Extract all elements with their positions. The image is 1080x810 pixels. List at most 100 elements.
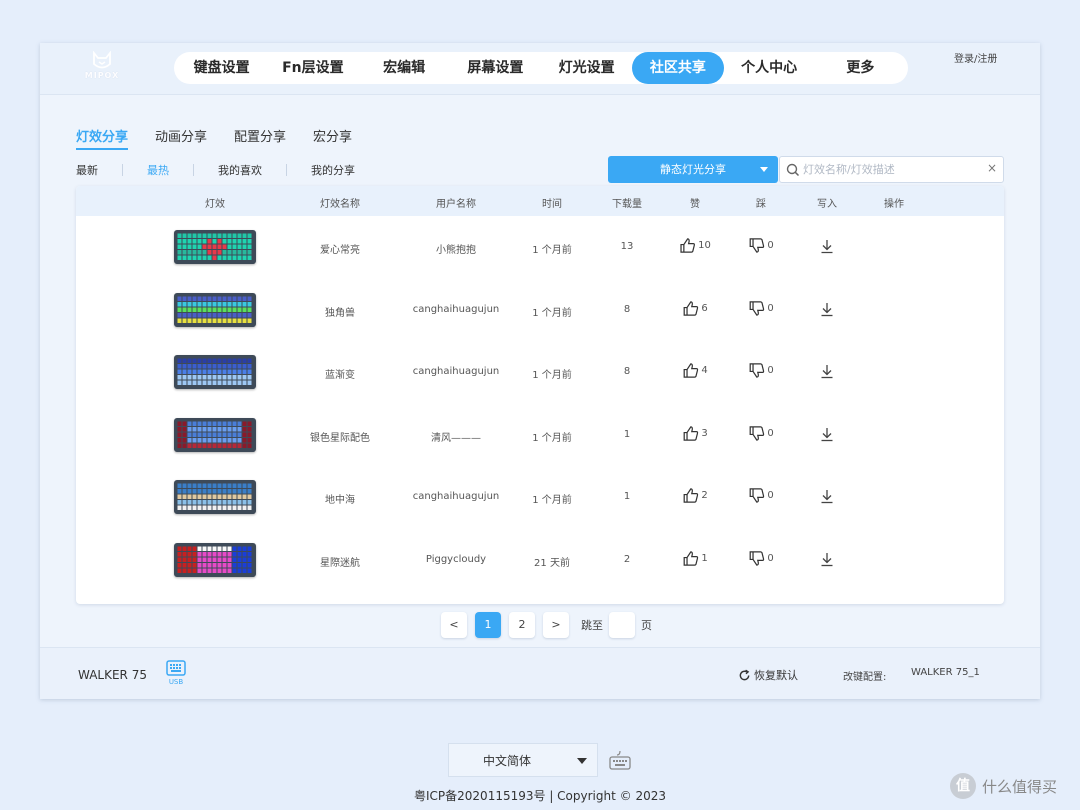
effect-thumbnail[interactable] bbox=[174, 480, 256, 514]
search-input[interactable] bbox=[803, 163, 983, 176]
nav-community-share[interactable]: 社区共享 bbox=[632, 52, 724, 84]
download-icon bbox=[821, 240, 833, 254]
like-count: 4 bbox=[701, 365, 708, 376]
time-ago: 21 天前 bbox=[534, 557, 570, 569]
keyboard-icon bbox=[166, 660, 186, 676]
keyboard-thumbnail-icon bbox=[177, 358, 252, 385]
clear-icon[interactable]: × bbox=[987, 161, 997, 175]
like-count: 6 bbox=[701, 302, 708, 314]
subtab-animation-share[interactable]: 动画分享 bbox=[155, 126, 207, 150]
thumbs-up-icon bbox=[683, 363, 699, 378]
time-ago: 1 个月前 bbox=[532, 370, 572, 381]
page-suffix: 页 bbox=[641, 619, 652, 632]
like-button[interactable]: 4 bbox=[682, 362, 708, 379]
col-header-downloads: 下载量 bbox=[612, 199, 642, 210]
like-button[interactable]: 10 bbox=[679, 237, 711, 254]
time-ago: 1 个月前 bbox=[532, 432, 572, 444]
download-count: 2 bbox=[623, 553, 631, 565]
next-page-button[interactable]: > bbox=[543, 612, 569, 638]
keyboard-thumbnail-icon bbox=[177, 483, 252, 510]
page-1-button[interactable]: 1 bbox=[475, 612, 501, 638]
effect-thumbnail[interactable] bbox=[174, 355, 256, 389]
like-count: 1 bbox=[701, 552, 708, 564]
download-icon bbox=[821, 302, 833, 316]
watermark-logo-icon: 值 bbox=[950, 773, 976, 799]
thumbs-down-icon bbox=[749, 300, 765, 316]
download-count: 1 bbox=[623, 491, 631, 502]
write-download-button[interactable] bbox=[820, 302, 834, 320]
dislike-button[interactable]: 0 bbox=[748, 425, 774, 442]
write-download-button[interactable] bbox=[820, 364, 834, 382]
refresh-icon bbox=[739, 669, 750, 680]
keyboard-icon[interactable] bbox=[609, 749, 631, 771]
effect-thumbnail[interactable] bbox=[174, 292, 256, 327]
nav-macro-editor[interactable]: 宏编辑 bbox=[359, 52, 450, 84]
dislike-button[interactable]: 0 bbox=[748, 550, 774, 567]
keyboard-thumbnail-icon bbox=[177, 296, 252, 323]
page-2-button[interactable]: 2 bbox=[509, 612, 535, 638]
table-row: 银色星际配色 清风——— 1 个月前 1 3 0 bbox=[76, 404, 1004, 466]
category-dropdown[interactable]: 静态灯光分享 bbox=[608, 156, 778, 183]
dropdown-label: 静态灯光分享 bbox=[660, 163, 726, 176]
dislike-button[interactable]: 0 bbox=[748, 362, 774, 379]
like-button[interactable]: 6 bbox=[682, 300, 708, 317]
effect-name: 独角兽 bbox=[325, 307, 355, 319]
col-header-effect: 灯效 bbox=[205, 199, 225, 210]
user-name: canghaihuagujun bbox=[412, 491, 500, 502]
nav-personal-center[interactable]: 个人中心 bbox=[724, 52, 815, 84]
divider bbox=[286, 164, 287, 176]
copyright-footer: 粤ICP备2020115193号 | Copyright © 2023 bbox=[414, 789, 666, 803]
write-download-button[interactable] bbox=[820, 239, 834, 257]
filter-hottest[interactable]: 最热 bbox=[147, 162, 169, 178]
write-download-button[interactable] bbox=[820, 427, 834, 445]
like-button[interactable]: 1 bbox=[682, 550, 708, 567]
language-select[interactable]: 中文简体 bbox=[448, 743, 598, 777]
language-value: 中文简体 bbox=[483, 754, 532, 768]
page-jump: 跳至 页 bbox=[581, 612, 652, 638]
main-nav: 键盘设置 Fn层设置 宏编辑 屏幕设置 灯光设置 社区共享 个人中心 更多 bbox=[174, 52, 908, 84]
nav-screen-settings[interactable]: 屏幕设置 bbox=[450, 52, 541, 84]
like-button[interactable]: 3 bbox=[682, 425, 708, 442]
watermark: 值 什么值得买 bbox=[950, 773, 1057, 799]
effect-thumbnail[interactable] bbox=[174, 542, 256, 577]
dislike-button[interactable]: 0 bbox=[748, 237, 774, 254]
effect-thumbnail[interactable] bbox=[174, 417, 256, 452]
keyboard-thumbnail-icon bbox=[177, 421, 252, 448]
subtab-config-share[interactable]: 配置分享 bbox=[234, 126, 286, 150]
thumbs-up-icon bbox=[683, 425, 699, 441]
keymap-config-value[interactable]: WALKER 75_1 bbox=[911, 667, 980, 678]
user-name: 清风——— bbox=[431, 432, 481, 444]
subtab-macro-share[interactable]: 宏分享 bbox=[313, 126, 352, 150]
pagination: < 1 2 > 跳至 页 bbox=[441, 612, 652, 638]
prev-page-button[interactable]: < bbox=[441, 612, 467, 638]
nav-lighting-settings[interactable]: 灯光设置 bbox=[541, 52, 632, 84]
dislike-count: 0 bbox=[767, 552, 774, 564]
write-download-button[interactable] bbox=[820, 552, 834, 570]
filter-my-shares[interactable]: 我的分享 bbox=[311, 162, 355, 178]
filter-my-favorites[interactable]: 我的喜欢 bbox=[218, 162, 262, 178]
restore-default-button[interactable]: 恢复默认 bbox=[738, 667, 798, 683]
thumbs-up-icon bbox=[683, 488, 699, 503]
like-button[interactable]: 2 bbox=[682, 487, 708, 504]
nav-fn-layer[interactable]: Fn层设置 bbox=[267, 52, 358, 84]
brand-logo[interactable]: MIPOX bbox=[80, 51, 124, 87]
write-download-button[interactable] bbox=[820, 489, 834, 507]
like-count: 10 bbox=[698, 240, 711, 251]
jump-page-input[interactable] bbox=[609, 612, 635, 638]
dislike-button[interactable]: 0 bbox=[748, 487, 774, 504]
filter-latest[interactable]: 最新 bbox=[76, 162, 98, 178]
jump-label: 跳至 bbox=[581, 619, 603, 632]
download-count: 8 bbox=[623, 366, 631, 377]
nav-more[interactable]: 更多 bbox=[815, 52, 906, 84]
table-row: 独角兽 canghaihuagujun 1 个月前 8 6 0 bbox=[76, 279, 1004, 341]
dislike-count: 0 bbox=[767, 427, 774, 439]
effect-name: 银色星际配色 bbox=[310, 432, 370, 444]
login-register-link[interactable]: 登录/注册 bbox=[954, 50, 997, 65]
nav-keyboard-settings[interactable]: 键盘设置 bbox=[176, 52, 267, 84]
dislike-button[interactable]: 0 bbox=[748, 300, 774, 317]
subtab-lighting-share[interactable]: 灯效分享 bbox=[76, 126, 129, 150]
search-box: × bbox=[779, 156, 1004, 183]
keyboard-thumbnail-icon bbox=[177, 233, 252, 260]
effect-thumbnail[interactable] bbox=[174, 230, 256, 264]
like-count: 3 bbox=[701, 427, 708, 439]
